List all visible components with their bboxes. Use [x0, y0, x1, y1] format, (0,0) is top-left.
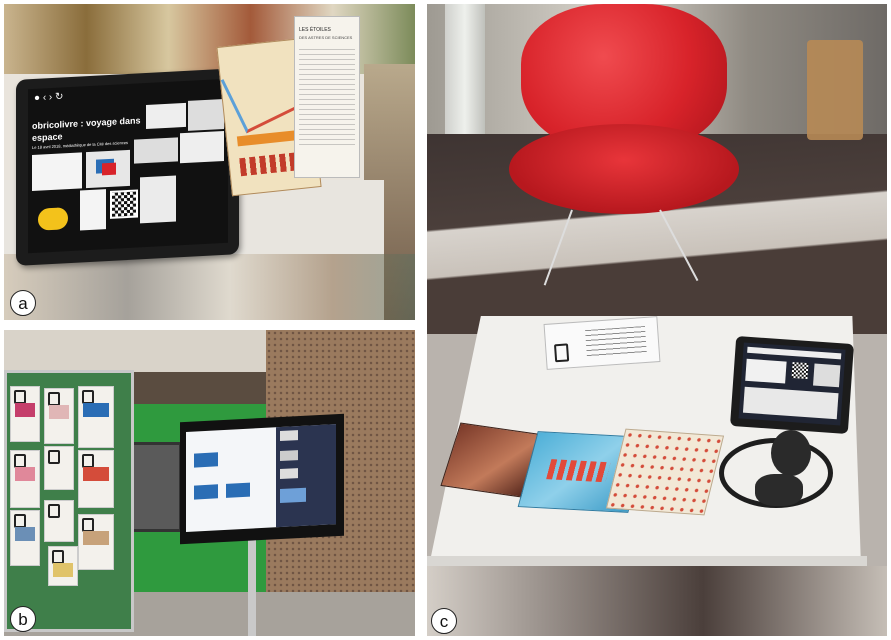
tablet-card-6[interactable]: [180, 130, 224, 164]
poster-2: [44, 388, 74, 444]
poster-5: [44, 446, 74, 490]
display-stand-pole: [248, 530, 256, 636]
tablet-card-7[interactable]: [80, 189, 106, 231]
tablet-card-8[interactable]: [140, 175, 176, 224]
chair-leg-left: [543, 209, 573, 286]
poster-4: [10, 450, 40, 508]
tablet-yellow-button[interactable]: [38, 207, 68, 231]
tablet-title-line2: espace: [32, 131, 63, 144]
wooden-chair: [807, 40, 863, 140]
red-chair: [509, 4, 739, 314]
display-sidebar: [276, 424, 336, 528]
poster-1: [10, 386, 40, 442]
qr-code-icon: [791, 361, 809, 380]
tablet-frame: ● ‹ › ↻ obricolivre : voyage dans espace…: [16, 68, 239, 266]
info-card: LES ÉTOILES DES ASTRES DE SCIENCES: [294, 16, 360, 178]
tablet-card-5[interactable]: [134, 137, 178, 164]
tablet-title: obricolivre : voyage dans: [32, 115, 141, 132]
poster-7: [10, 510, 40, 566]
table-tablet: [730, 335, 854, 435]
poster-8: [44, 500, 74, 542]
poster-9: [78, 514, 114, 570]
photo-panel-b: b: [4, 330, 415, 636]
photo-panel-c: c: [427, 4, 887, 636]
table-tablet-screen[interactable]: [738, 342, 846, 426]
tablet-card-3[interactable]: [32, 152, 82, 192]
book-3: [605, 428, 725, 516]
lower-books: [4, 254, 415, 320]
display-screen-frame: [180, 413, 344, 545]
tablet-screen[interactable]: ● ‹ › ↻ obricolivre : voyage dans espace…: [28, 78, 228, 254]
tablet-nav-icons[interactable]: ● ‹ › ↻: [34, 91, 63, 104]
lower-floor: [427, 566, 887, 636]
display-screen[interactable]: [186, 424, 336, 532]
panel-label-c: c: [431, 608, 457, 634]
info-card-subtitle: DES ASTRES DE SCIENCES: [299, 35, 353, 40]
poster-6: [78, 450, 114, 508]
tablet-card-2[interactable]: [188, 98, 224, 131]
chair-leg-right: [659, 209, 699, 282]
poster-10: [48, 546, 78, 586]
tablet-card-1[interactable]: [146, 102, 186, 130]
folded-sign: [543, 316, 661, 370]
tablet-card-4[interactable]: [86, 149, 130, 189]
chair-seat: [509, 124, 739, 214]
poster-3: [78, 386, 114, 448]
panel-label-b: b: [10, 606, 36, 632]
panel-label-a: a: [10, 290, 36, 316]
qr-code-icon: [110, 189, 138, 219]
info-card-title: LES ÉTOILES: [299, 27, 331, 33]
table-edge: [427, 556, 867, 566]
headphones-icon: [715, 424, 835, 508]
photo-panel-a: ● ‹ › ↻ obricolivre : voyage dans espace…: [4, 4, 415, 320]
